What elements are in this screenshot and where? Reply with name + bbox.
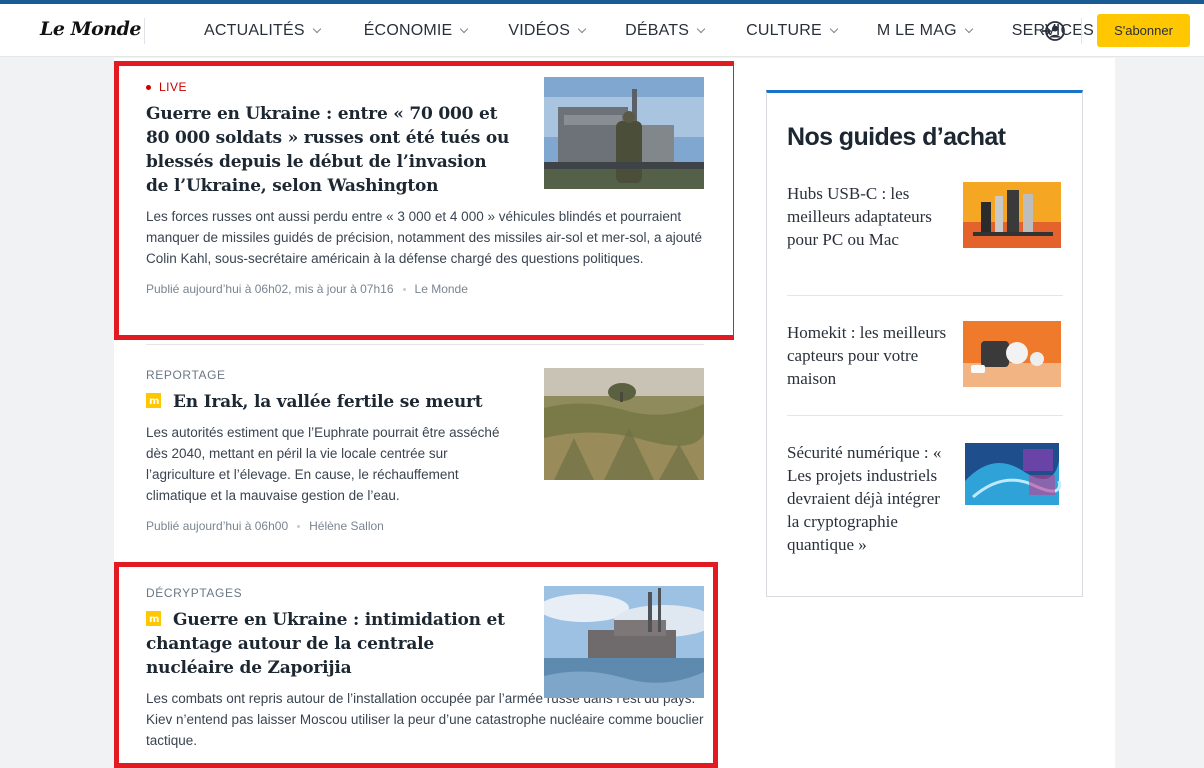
site-header: Le Monde ACTUALITÉS ÉCONOMIE VIDÉOS DÉBA…	[0, 4, 1204, 57]
article-kicker: REPORTAGE	[146, 368, 226, 382]
nav-item-videos[interactable]: VIDÉOS	[508, 4, 587, 57]
shopping-guides-widget: Nos guides d’achat Hubs USB-C : les meil…	[766, 90, 1083, 597]
article-meta: Publié aujourd’hui à 06h00 Hélène Sallon	[146, 519, 384, 533]
article-title[interactable]: En Irak, la vallée fertile se meurt	[146, 390, 512, 414]
chevron-down-icon	[577, 24, 587, 33]
highlight-box	[114, 61, 738, 340]
guide-divider	[787, 295, 1063, 296]
nav-item-m-le-mag[interactable]: M LE MAG	[877, 4, 973, 57]
guide-thumbnail[interactable]	[963, 182, 1061, 248]
article-author: Hélène Sallon	[309, 519, 384, 533]
guide-thumbnail[interactable]	[963, 441, 1061, 507]
sidebar-title: Nos guides d’achat	[787, 123, 1006, 151]
article-thumbnail[interactable]	[544, 368, 704, 480]
article-card[interactable]: REPORTAGE En Irak, la vallée fertile se …	[146, 368, 706, 533]
header-divider	[1081, 18, 1082, 44]
main-nav: ACTUALITÉS ÉCONOMIE VIDÉOS DÉBATS CULTUR…	[190, 4, 1111, 57]
site-logo[interactable]: Le Monde	[40, 18, 141, 40]
chevron-down-icon	[696, 24, 706, 33]
user-login-icon[interactable]	[1040, 18, 1066, 44]
chevron-down-icon	[829, 24, 839, 33]
guide-title[interactable]: Sécurité numérique : « Les projets indus…	[787, 441, 947, 556]
highlight-box	[114, 562, 718, 768]
chevron-down-icon	[964, 24, 973, 33]
article-summary: Les autorités estiment que l’Euphrate po…	[146, 425, 500, 503]
guide-title[interactable]: Homekit : les meilleurs capteurs pour vo…	[787, 321, 947, 390]
article-divider	[146, 344, 704, 345]
nav-item-economie[interactable]: ÉCONOMIE	[364, 4, 469, 57]
chevron-down-icon	[460, 24, 469, 33]
nav-item-debats[interactable]: DÉBATS	[625, 4, 706, 57]
guide-divider	[787, 415, 1063, 416]
guide-thumbnail[interactable]	[963, 321, 1061, 387]
guide-title[interactable]: Hubs USB-C : les meilleurs adaptateurs p…	[787, 182, 947, 251]
subscriber-icon	[146, 390, 161, 414]
logo-divider	[144, 18, 145, 44]
nav-item-actualites[interactable]: ACTUALITÉS	[204, 4, 321, 57]
subscribe-button[interactable]: S'abonner	[1097, 14, 1190, 47]
nav-item-culture[interactable]: CULTURE	[746, 4, 839, 57]
chevron-down-icon	[312, 24, 321, 33]
